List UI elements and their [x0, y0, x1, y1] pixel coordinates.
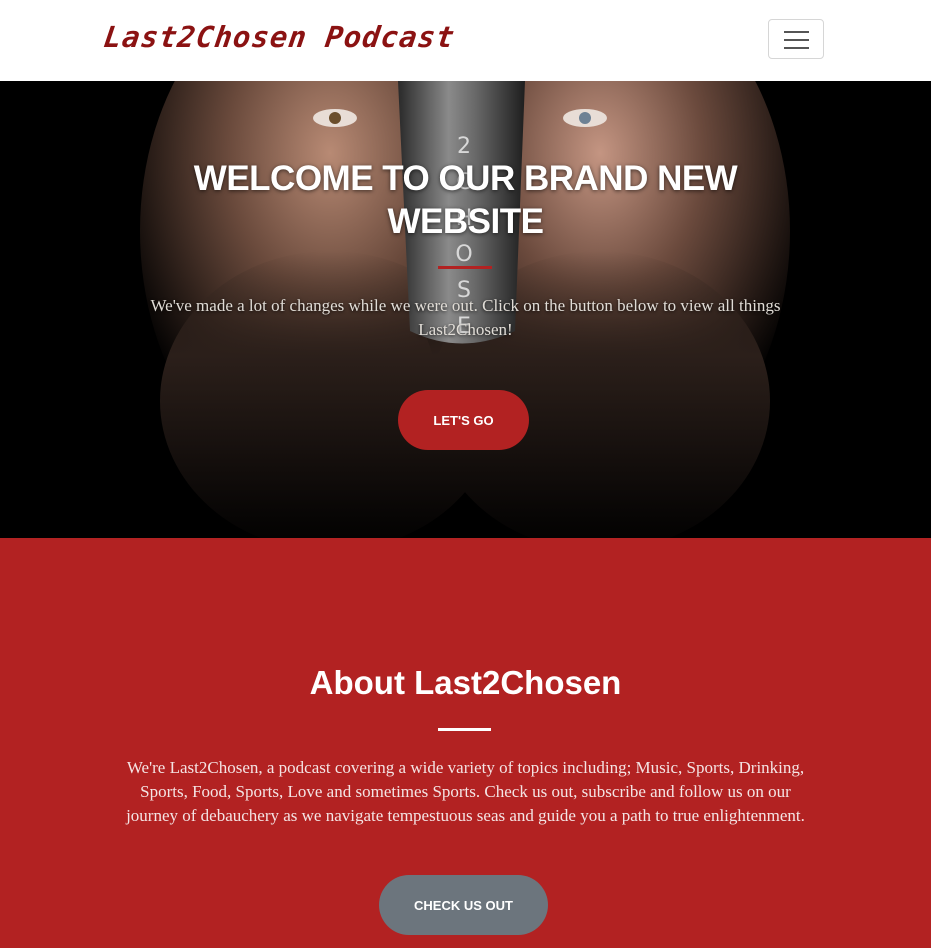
navbar-toggle-button[interactable] — [768, 19, 824, 59]
about-section: About Last2Chosen We're Last2Chosen, a p… — [0, 538, 931, 948]
about-description: We're Last2Chosen, a podcast covering a … — [126, 758, 805, 825]
about-divider — [438, 728, 491, 731]
lets-go-button[interactable]: LET'S GO — [398, 390, 529, 450]
hero-description: We've made a lot of changes while we wer… — [150, 296, 781, 339]
check-us-out-button[interactable]: CHECK US OUT — [379, 875, 548, 935]
hero-title: WELCOME TO OUR BRAND NEW WEBSITE — [193, 159, 738, 241]
navbar: Last2Chosen Podcast — [0, 0, 931, 81]
brand-logo[interactable]: Last2Chosen Podcast — [102, 20, 458, 54]
hero-section: 2CHOSE WELCOME TO OUR BRAND NEW WEBSITE … — [0, 81, 931, 538]
about-title: About Last2Chosen — [309, 664, 622, 701]
hero-divider — [438, 266, 492, 269]
mic-letter: 2 — [457, 134, 471, 159]
mic-letter: O — [455, 242, 472, 267]
